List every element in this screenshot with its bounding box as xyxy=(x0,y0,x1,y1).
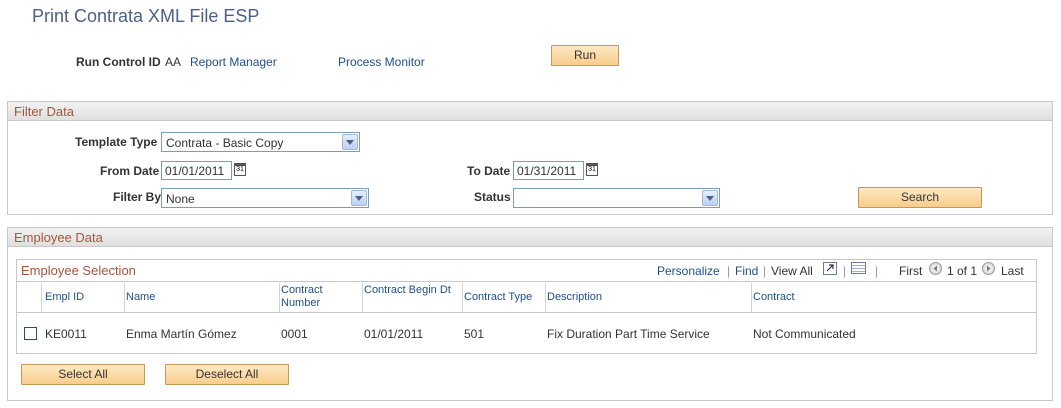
calendar-icon[interactable]: 31 xyxy=(234,163,246,176)
deselect-all-button[interactable]: Deselect All xyxy=(165,364,289,385)
chevron-down-icon[interactable] xyxy=(351,190,367,206)
from-date-field[interactable]: 01/01/2011 xyxy=(161,161,232,180)
column-header-description[interactable]: Description xyxy=(547,291,602,304)
column-header-contract-type[interactable]: Contract Type xyxy=(464,291,532,304)
view-all-link[interactable]: View All xyxy=(771,264,813,278)
run-control-label: Run Control ID xyxy=(76,55,161,69)
template-type-label: Template Type xyxy=(75,135,158,149)
chevron-down-icon[interactable] xyxy=(702,190,718,206)
grid-title: Employee Selection xyxy=(21,263,136,278)
run-button[interactable]: Run xyxy=(551,45,619,66)
search-button[interactable]: Search xyxy=(858,187,982,208)
personalize-link[interactable]: Personalize xyxy=(657,264,720,278)
column-header-contract-begin[interactable]: Contract Begin Dt xyxy=(364,284,454,297)
toolbar-separator: | xyxy=(843,264,847,278)
status-select[interactable] xyxy=(513,188,720,208)
run-control-value: AA xyxy=(165,55,182,69)
filter-by-value: None xyxy=(166,192,195,206)
toolbar-separator: | xyxy=(763,264,767,278)
download-grid-icon[interactable] xyxy=(851,262,866,274)
next-arrow-icon[interactable] xyxy=(982,262,995,275)
template-type-value: Contrata - Basic Copy xyxy=(166,136,284,150)
cell-contract: Not Communicated xyxy=(753,327,856,341)
new-window-icon[interactable] xyxy=(823,262,837,275)
cell-contract-type: 501 xyxy=(464,327,485,341)
filter-data-title: Filter Data xyxy=(14,104,74,119)
cell-contract-begin: 01/01/2011 xyxy=(364,327,424,341)
page-range: 1 of 1 xyxy=(947,264,978,278)
column-header-contract-number[interactable]: Contract Number xyxy=(281,284,351,310)
chevron-down-icon[interactable] xyxy=(342,134,358,150)
toolbar-separator: | xyxy=(727,264,731,278)
row-select-checkbox[interactable] xyxy=(24,327,37,340)
column-header-name[interactable]: Name xyxy=(126,291,155,304)
select-all-button[interactable]: Select All xyxy=(21,364,145,385)
column-header-empl-id[interactable]: Empl ID xyxy=(45,291,84,304)
calendar-icon[interactable]: 31 xyxy=(586,163,598,176)
cell-empl-id: KE0011 xyxy=(45,327,87,341)
process-monitor-link[interactable]: Process Monitor xyxy=(338,55,425,69)
last-label: Last xyxy=(1001,264,1024,278)
status-label: Status xyxy=(474,190,511,204)
to-date-value: 01/31/2011 xyxy=(517,164,577,178)
cell-name: Enma Martín Gómez xyxy=(126,327,237,341)
to-date-field[interactable]: 01/31/2011 xyxy=(513,161,584,180)
column-header-contract[interactable]: Contract xyxy=(753,291,795,304)
toolbar-separator: | xyxy=(875,264,879,278)
grid-header: Employee Selection xyxy=(17,260,1036,282)
from-date-label: From Date xyxy=(100,164,160,178)
previous-arrow-icon[interactable] xyxy=(929,262,942,275)
cell-contract-number: 0001 xyxy=(281,327,308,341)
cell-description: Fix Duration Part Time Service xyxy=(547,327,710,341)
employee-data-header: Employee Data xyxy=(8,228,1052,247)
filter-by-select[interactable]: None xyxy=(161,188,369,208)
find-link[interactable]: Find xyxy=(735,264,758,278)
to-date-label: To Date xyxy=(467,164,511,178)
template-type-select[interactable]: Contrata - Basic Copy xyxy=(161,132,360,152)
report-manager-link[interactable]: Report Manager xyxy=(190,55,277,69)
filter-by-label: Filter By xyxy=(113,190,162,204)
filter-data-header: Filter Data xyxy=(8,102,1052,121)
first-label: First xyxy=(899,264,923,278)
employee-data-title: Employee Data xyxy=(14,230,103,245)
from-date-value: 01/01/2011 xyxy=(165,164,225,178)
page-title: Print Contrata XML File ESP xyxy=(32,6,260,26)
